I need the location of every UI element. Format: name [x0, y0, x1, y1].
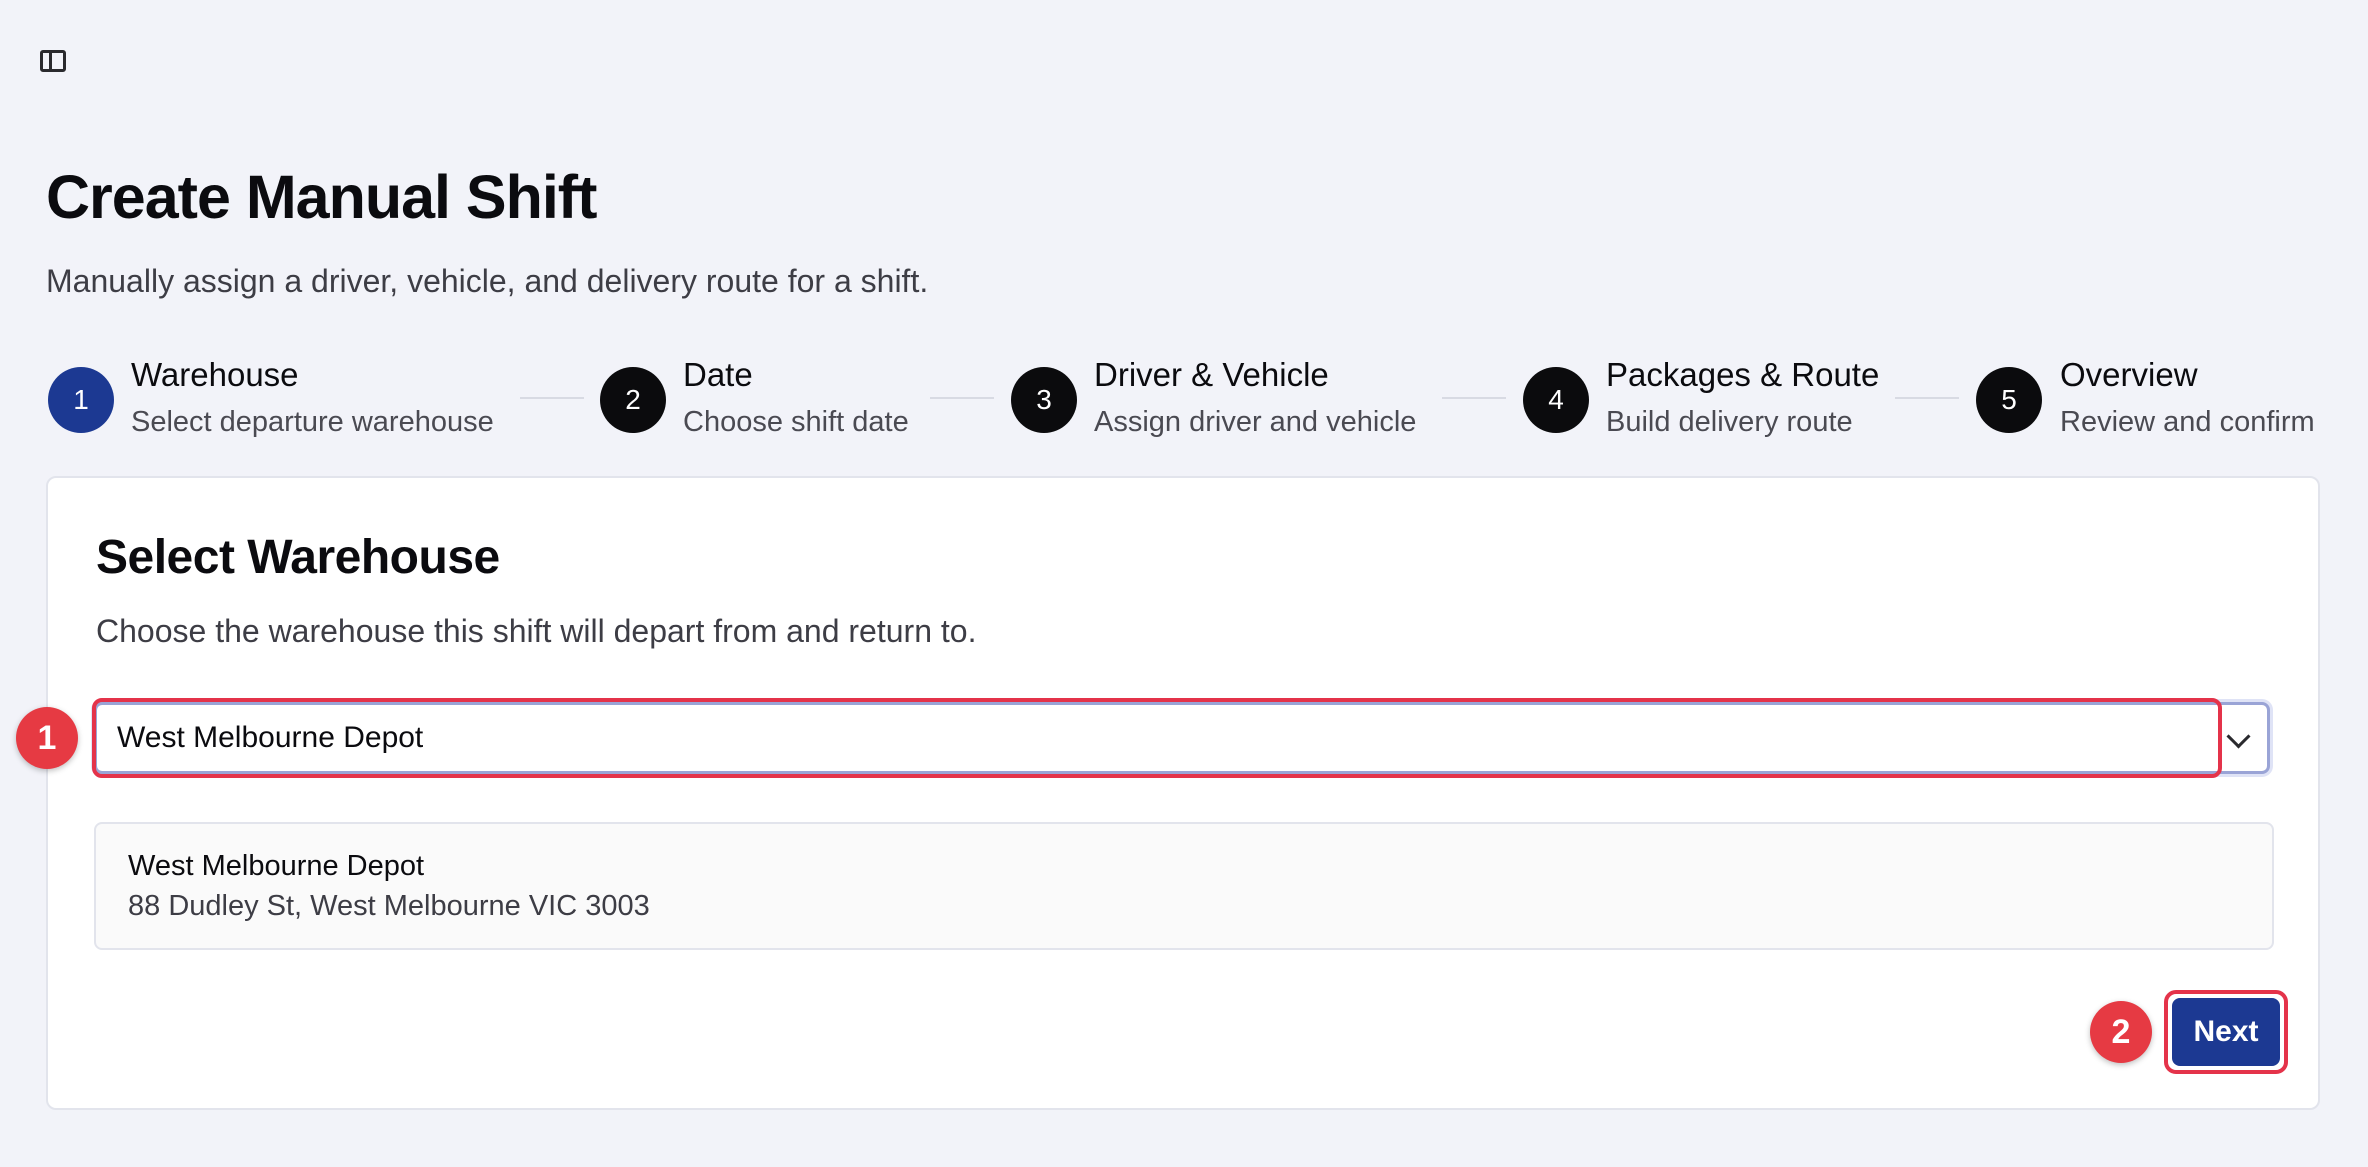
step-connector [1442, 397, 1506, 399]
step-1-description: Select departure warehouse [131, 406, 494, 438]
step-1-circle[interactable]: 1 [48, 367, 114, 433]
annotation-marker-2: 2 [2090, 1001, 2152, 1063]
chevron-down-icon[interactable] [2226, 724, 2251, 749]
page-subtitle: Manually assign a driver, vehicle, and d… [46, 263, 929, 299]
card-description: Choose the warehouse this shift will dep… [96, 613, 977, 649]
step-connector [520, 397, 584, 399]
select-warehouse-card: Select Warehouse Choose the warehouse th… [16, 476, 2320, 1110]
stepper: 1 Warehouse Select departure warehouse 2… [0, 350, 2368, 460]
page-title: Create Manual Shift [46, 163, 597, 231]
step-3-circle[interactable]: 3 [1011, 367, 1077, 433]
warehouse-select-value: West Melbourne Depot [117, 721, 424, 754]
warehouse-details: West Melbourne Depot 88 Dudley St, West … [94, 822, 2274, 950]
warehouse-address: 88 Dudley St, West Melbourne VIC 3003 [128, 890, 650, 922]
step-2-circle[interactable]: 2 [600, 367, 666, 433]
step-3-title: Driver & Vehicle [1094, 356, 1329, 393]
step-connector [1895, 397, 1959, 399]
step-2-title: Date [683, 356, 753, 393]
warehouse-select[interactable]: West Melbourne Depot [94, 702, 2270, 774]
step-5-title: Overview [2060, 356, 2198, 393]
card-title: Select Warehouse [96, 531, 500, 584]
step-2-description: Choose shift date [683, 406, 909, 438]
step-4-description: Build delivery route [1606, 406, 1853, 438]
step-5-circle[interactable]: 5 [1976, 367, 2042, 433]
step-connector [930, 397, 994, 399]
annotation-marker-1: 1 [16, 707, 78, 769]
sidebar-toggle-icon[interactable] [40, 50, 66, 72]
step-3-description: Assign driver and vehicle [1094, 406, 1417, 438]
next-button[interactable]: Next [2172, 998, 2280, 1066]
step-4-circle[interactable]: 4 [1523, 367, 1589, 433]
warehouse-name: West Melbourne Depot [128, 850, 425, 882]
step-1-title: Warehouse [131, 356, 299, 393]
page: Create Manual Shift Manually assign a dr… [0, 0, 2368, 1167]
step-5-description: Review and confirm [2060, 406, 2315, 438]
step-4-title: Packages & Route [1606, 356, 1880, 393]
